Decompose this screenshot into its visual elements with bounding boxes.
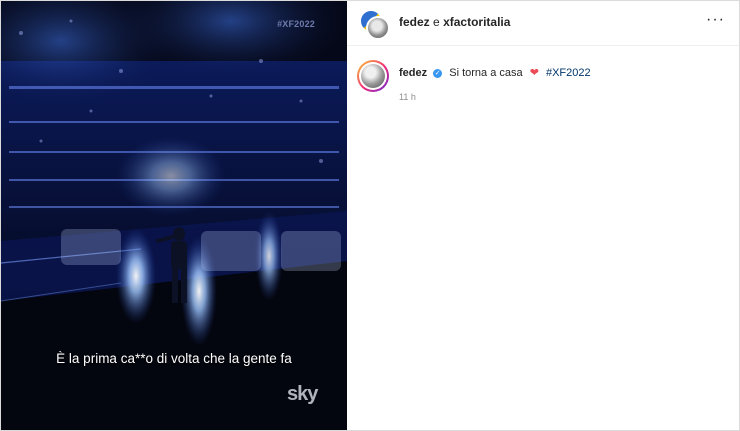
- post-timestamp[interactable]: 11 h: [399, 92, 416, 102]
- avatar: [361, 64, 385, 88]
- post-header: fedez e xfactoritalia ···: [347, 1, 739, 46]
- post-authors: fedez e xfactoritalia: [399, 15, 510, 29]
- caption-username[interactable]: fedez: [399, 67, 427, 79]
- caption-hashtag-link[interactable]: #XF2022: [546, 67, 591, 79]
- caption-comment: fedez ✓ Si torna a casa ❤ #XF2022: [357, 60, 731, 94]
- post-video[interactable]: #XF2022 È la prima ca**o di volta che la…: [1, 1, 347, 430]
- caption-body: Si torna a casa: [449, 67, 523, 79]
- authors-connector: e: [433, 15, 440, 29]
- video-subtitle: È la prima ca**o di volta che la gente f…: [56, 351, 292, 366]
- heart-icon: ❤: [529, 67, 539, 79]
- author-username[interactable]: fedez: [399, 15, 430, 29]
- collaborator-avatar[interactable]: [366, 16, 390, 40]
- verified-icon: ✓: [433, 69, 443, 78]
- story-ring-avatar[interactable]: [357, 60, 389, 92]
- concert-scene: [1, 1, 347, 430]
- more-options-icon[interactable]: ···: [706, 11, 725, 29]
- sky-watermark: sky: [287, 383, 318, 405]
- instagram-post-window: #XF2022 È la prima ca**o di volta che la…: [0, 0, 740, 431]
- hashtag-overlay: #XF2022: [277, 19, 315, 29]
- post-details-panel: fedez e xfactoritalia ··· fedez ✓ Si tor…: [347, 1, 739, 430]
- caption-text: fedez ✓ Si torna a casa ❤ #XF2022: [399, 66, 591, 79]
- collaborator-username[interactable]: xfactoritalia: [443, 15, 510, 29]
